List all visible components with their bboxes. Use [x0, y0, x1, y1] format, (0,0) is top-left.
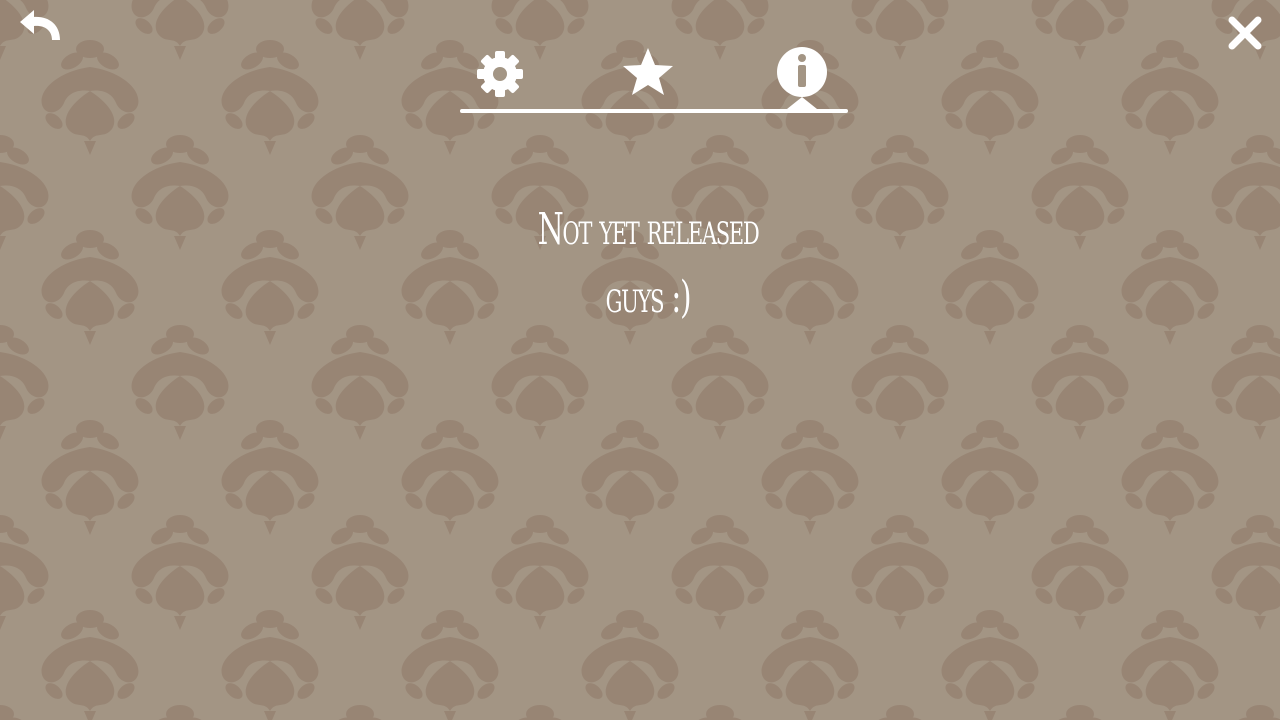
close-x-icon: [1228, 16, 1262, 50]
tab-settings[interactable]: [470, 44, 530, 100]
star-icon: [623, 48, 673, 95]
message-line-1: Not yet released: [537, 204, 760, 255]
close-button[interactable]: [1224, 12, 1266, 54]
info-message: Not yet released guys :): [479, 196, 816, 332]
tab-bar: [458, 40, 850, 120]
message-line-2: guys :): [605, 272, 692, 323]
tab-info[interactable]: [772, 44, 832, 100]
undo-arrow-icon: [20, 10, 60, 40]
info-circle-icon: [777, 47, 827, 97]
tab-favorites[interactable]: [618, 44, 678, 100]
active-tab-indicator: [787, 97, 817, 109]
back-button[interactable]: [14, 8, 64, 48]
gear-icon: [477, 51, 523, 97]
